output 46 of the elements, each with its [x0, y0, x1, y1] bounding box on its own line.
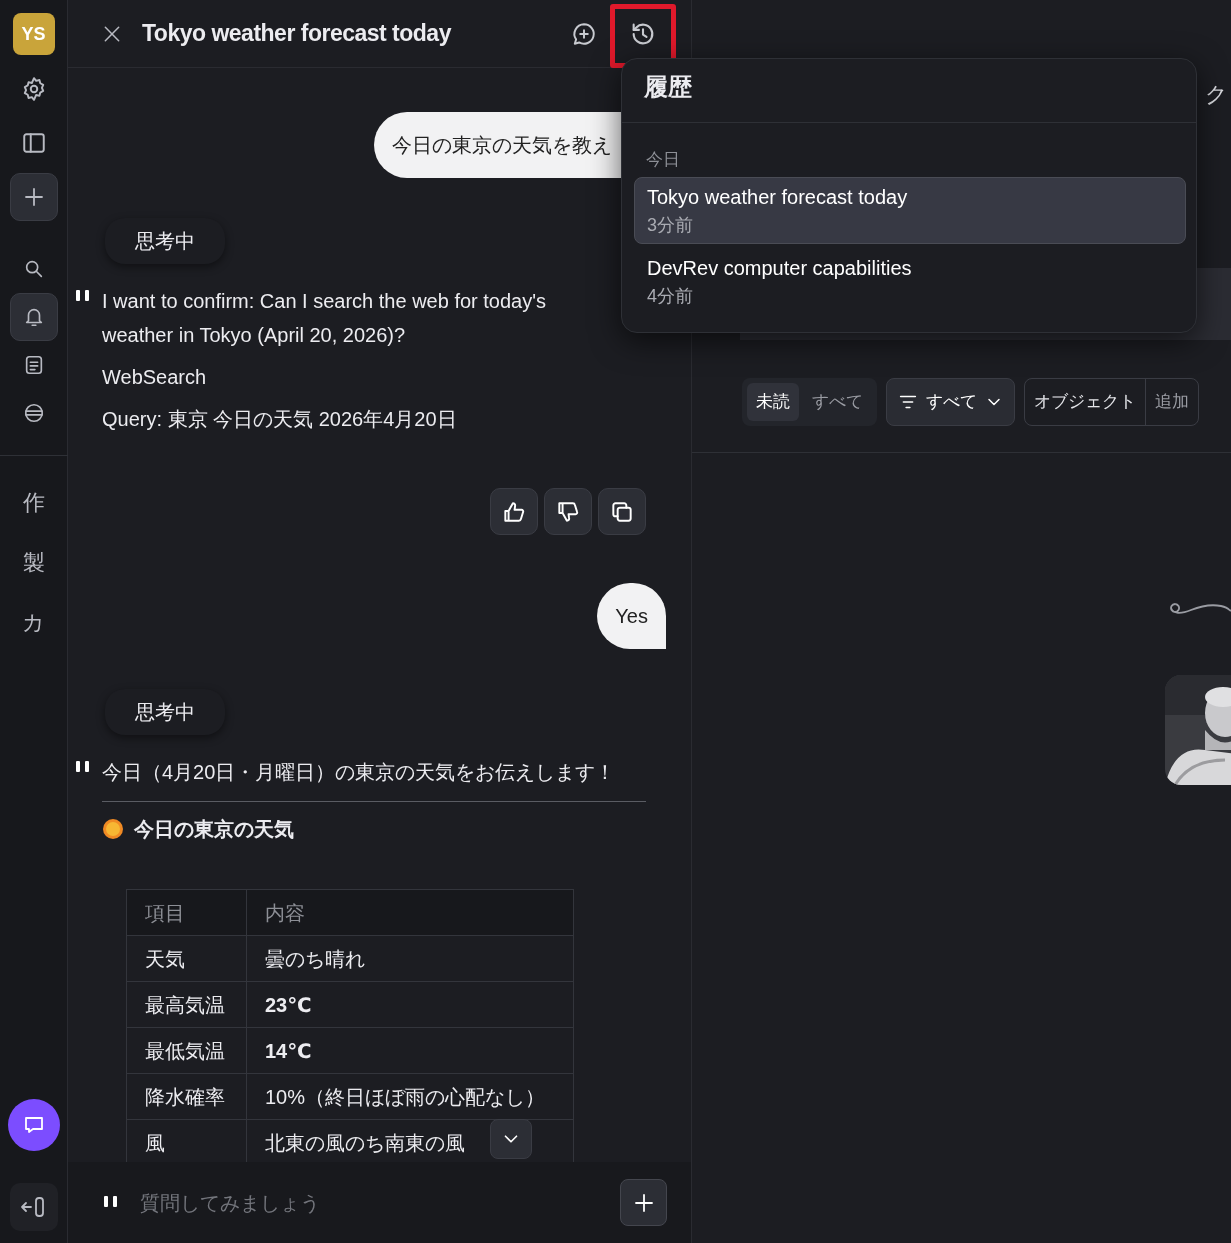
section-heading: 今日の東京の天気 [134, 817, 294, 842]
message-input[interactable]: 質問してみましょう [138, 1186, 604, 1219]
toolbar-button[interactable]: 追加 [1145, 379, 1198, 425]
user-message: Yes [597, 583, 666, 649]
dislike-button[interactable] [544, 488, 592, 535]
table-cell: 降水確率 [126, 1073, 247, 1120]
chat-plus-icon [571, 21, 597, 47]
history-item[interactable]: Tokyo weather forecast today 3分前 [634, 176, 1186, 244]
sidebar-icon [20, 130, 47, 156]
table-cell: 曇のち晴れ [246, 935, 574, 982]
message-text: Query: 東京 今日の天気 2026年4月20日 [102, 407, 458, 432]
table-cell: 10%（終日ほぼ雨の心配なし） [246, 1073, 574, 1120]
new-button[interactable] [9, 173, 58, 221]
table-cell: 最高気温 [126, 981, 247, 1028]
filter-tab[interactable]: すべて [803, 383, 872, 421]
shortcut-label[interactable]: 製 [22, 532, 45, 592]
thinking-label: 思考中 [105, 218, 225, 264]
message-text: I want to confirm: Can I search the web for today's weather in Tokyo (April 20, 2026)? [102, 289, 548, 348]
filter-button[interactable]: すべて [886, 378, 1015, 426]
popover-title: 履歴 [622, 59, 1196, 123]
exit-button[interactable] [9, 1183, 58, 1231]
chat-title: Tokyo weather forecast today [142, 19, 451, 49]
toolbar-button[interactable]: オブジェクト [1025, 379, 1145, 425]
sun-icon [102, 818, 124, 840]
nav-button[interactable] [9, 293, 58, 341]
globe-icon [22, 402, 45, 424]
table-header-cell: 項目 [126, 889, 247, 936]
message-text: WebSearch [102, 365, 208, 390]
shortcut-label[interactable]: カ [22, 592, 45, 652]
table-cell: 23℃ [246, 981, 574, 1028]
heading-text: ク [1205, 81, 1228, 109]
thinking-label: 思考中 [105, 689, 225, 735]
like-button[interactable] [490, 488, 538, 535]
chat-button[interactable] [7, 1099, 60, 1151]
shortcut-label[interactable]: 作 [22, 472, 45, 532]
table-header-cell: 内容 [246, 889, 574, 936]
filter-tab[interactable]: 未読 [747, 383, 799, 421]
copy-button[interactable] [598, 488, 646, 535]
scroll-down-button[interactable] [490, 1119, 532, 1159]
table-cell: 14℃ [246, 1027, 574, 1074]
message-text: 今日（4月20日・月曜日）の東京の天気をお伝えします！ [102, 760, 617, 785]
table-cell: 天気 [126, 935, 247, 982]
history-item[interactable]: DevRev computer capabilities 4分前 [634, 247, 1186, 315]
message-field[interactable]: 質問してみましょう [68, 1162, 691, 1243]
attach-button[interactable] [620, 1179, 667, 1226]
table-cell: 最低気温 [126, 1027, 247, 1074]
